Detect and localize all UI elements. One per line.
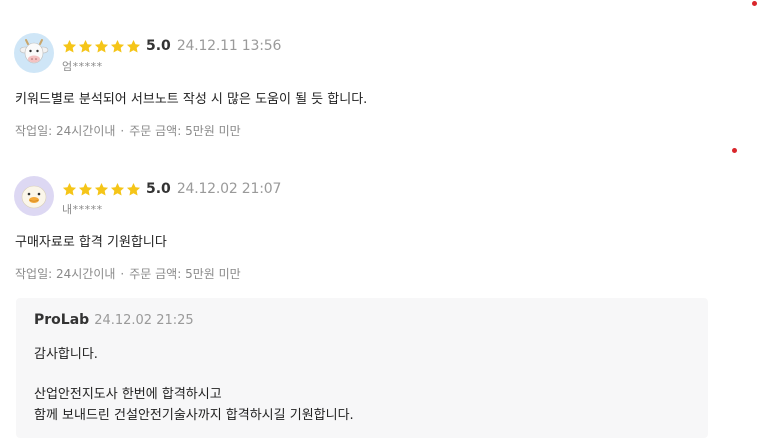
star-icon (94, 182, 109, 195)
separator-dot: · (120, 267, 125, 281)
star-icon (78, 39, 93, 52)
order-amount: 주문 금액: 5만원 미만 (129, 124, 241, 138)
star-icon (62, 39, 77, 52)
star-rating (62, 39, 141, 54)
cow-avatar (14, 33, 54, 73)
star-icon (94, 39, 109, 52)
work-days: 작업일: 24시간이내 (15, 267, 116, 281)
seller-reply: ProLab 24.12.02 21:25 감사합니다. 산업안전지도사 한번에… (16, 298, 708, 438)
order-info: 작업일: 24시간이내 · 주문 금액: 5만원 미만 (15, 265, 714, 282)
reviewer-name: 엄***** (62, 60, 103, 73)
star-icon (62, 182, 77, 195)
order-info: 작업일: 24시간이내 · 주문 금액: 5만원 미만 (15, 122, 714, 139)
review-date: 24.12.02 21:07 (176, 181, 282, 197)
review-item-1: 5.0 24.12.11 13:56 엄***** 키워드별로 분석되어 서브노… (14, 33, 714, 139)
star-icon (126, 39, 141, 52)
star-rating (62, 182, 141, 197)
star-icon (78, 182, 93, 195)
rating-score: 5.0 (146, 38, 171, 54)
reply-line-1: 감사합니다. (34, 347, 98, 362)
reviewer-name: 내***** (62, 203, 103, 216)
review-text: 구매자료로 합격 기원합니다 (15, 235, 167, 250)
reply-line-2: 산업안전지도사 한번에 합격하시고 (34, 387, 222, 402)
work-days: 작업일: 24시간이내 (15, 124, 116, 138)
review-text: 키워드별로 분석되어 서브노트 작성 시 많은 도움이 될 듯 합니다. (15, 92, 368, 107)
red-dot-middle (732, 148, 737, 153)
red-dot-top (752, 1, 757, 6)
order-amount: 주문 금액: 5만원 미만 (129, 267, 241, 281)
separator-dot: · (120, 124, 125, 138)
rating-score: 5.0 (146, 181, 171, 197)
star-icon (126, 182, 141, 195)
reply-date: 24.12.02 21:25 (94, 312, 194, 328)
star-icon (110, 39, 125, 52)
duck-avatar (14, 176, 54, 216)
star-icon (110, 182, 125, 195)
review-date: 24.12.11 13:56 (176, 38, 282, 54)
reply-line-3: 함께 보내드린 건설안전기술사까지 합격하시길 기원합니다. (34, 408, 354, 423)
seller-name[interactable]: ProLab (34, 312, 89, 328)
review-item-2: 5.0 24.12.02 21:07 내***** 구매자료로 합격 기원합니다… (14, 176, 714, 282)
